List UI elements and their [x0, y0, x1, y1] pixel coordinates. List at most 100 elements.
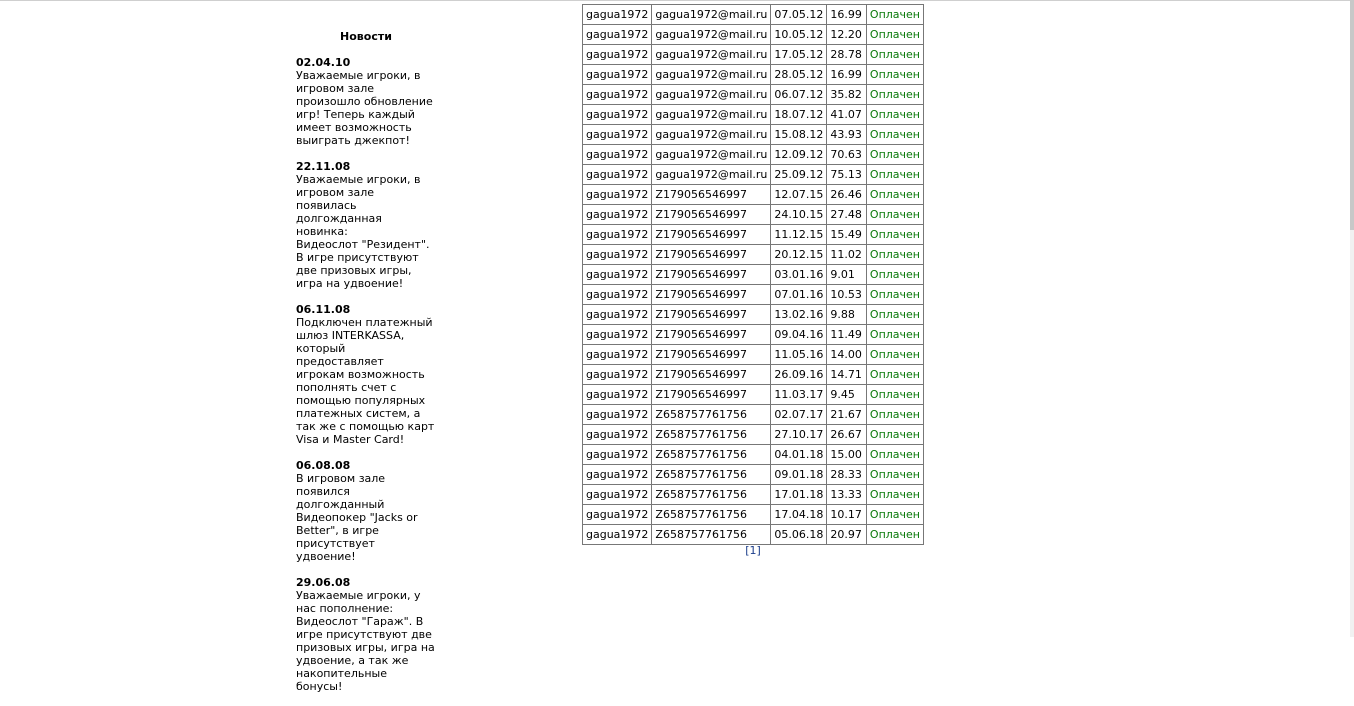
date-cell: 28.05.12	[770, 64, 828, 85]
scrollbar-thumb[interactable]	[1350, 0, 1354, 230]
amount-cell: 10.17	[826, 504, 867, 525]
status-cell: Оплачен	[865, 204, 925, 225]
wallet-cell: Z179056546997	[651, 264, 772, 285]
status-cell: Оплачен	[865, 524, 925, 545]
news-item: 22.11.08 Уважаемые игроки, в игровом зале…	[296, 160, 436, 290]
wallet-cell: gagua1972@mail.ru	[651, 4, 772, 25]
amount-cell: 9.01	[826, 264, 867, 285]
date-cell: 17.01.18	[770, 484, 828, 505]
wallet-cell: Z179056546997	[651, 324, 772, 345]
status-cell: Оплачен	[865, 4, 925, 25]
table-row: gagua1972 Z179056546997 11.03.17 9.45 Оплаче…	[581, 384, 925, 405]
table-row: gagua1972 Z658757761756 04.01.18 15.00 Оплач…	[581, 444, 925, 465]
wallet-cell: Z658757761756	[651, 424, 772, 445]
login-cell: gagua1972	[581, 84, 653, 105]
status-cell: Оплачен	[865, 44, 925, 65]
status-cell: Оплачен	[865, 104, 925, 125]
login-cell: gagua1972	[581, 124, 653, 145]
login-cell: gagua1972	[581, 264, 653, 285]
wallet-cell: Z179056546997	[651, 224, 772, 245]
date-cell: 06.07.12	[770, 84, 828, 105]
news-date: 02.04.10	[296, 56, 351, 69]
amount-cell: 26.67	[826, 424, 867, 445]
wallet-cell: Z658757761756	[651, 484, 772, 505]
amount-cell: 20.97	[826, 524, 867, 545]
date-cell: 18.07.12	[770, 104, 828, 125]
wallet-cell: gagua1972@mail.ru	[651, 124, 772, 145]
amount-cell: 14.71	[826, 364, 867, 385]
date-cell: 20.12.15	[770, 244, 828, 265]
table-row: gagua1972 gagua1972@mail.ru 18.07.12 41.07 О…	[581, 104, 925, 125]
login-cell: gagua1972	[581, 484, 653, 505]
login-cell: gagua1972	[581, 304, 653, 325]
amount-cell: 26.46	[826, 184, 867, 205]
login-cell: gagua1972	[581, 24, 653, 45]
wallet-cell: Z179056546997	[651, 364, 772, 385]
amount-cell: 35.82	[826, 84, 867, 105]
news-text: В игровом зале появился долгожданный Вид…	[296, 472, 418, 563]
news-text: Уважаемые игроки, в игровом зале произош…	[296, 69, 433, 147]
date-cell: 11.05.16	[770, 344, 828, 365]
login-cell: gagua1972	[581, 184, 653, 205]
wallet-cell: gagua1972@mail.ru	[651, 64, 772, 85]
login-cell: gagua1972	[581, 404, 653, 425]
vertical-scrollbar[interactable]	[1350, 0, 1354, 637]
date-cell: 04.01.18	[770, 444, 828, 465]
news-text: Уважаемые игроки, в игровом зале появила…	[296, 173, 430, 290]
pagination: [1]	[582, 544, 924, 557]
status-cell: Оплачен	[865, 484, 925, 505]
amount-cell: 9.45	[826, 384, 867, 405]
table-row: gagua1972 Z179056546997 07.01.16 10.53 Оплач…	[581, 284, 925, 305]
login-cell: gagua1972	[581, 524, 653, 545]
status-cell: Оплачен	[865, 164, 925, 185]
table-row: gagua1972 Z179056546997 13.02.16 9.88 Оплаче…	[581, 304, 925, 325]
table-row: gagua1972 Z658757761756 09.01.18 28.33 Оплач…	[581, 464, 925, 485]
status-cell: Оплачен	[865, 444, 925, 465]
table-row: gagua1972 gagua1972@mail.ru 07.05.12 16.99 О…	[581, 4, 925, 25]
table-row: gagua1972 gagua1972@mail.ru 17.05.12 28.78 О…	[581, 44, 925, 65]
login-cell: gagua1972	[581, 104, 653, 125]
amount-cell: 16.99	[826, 4, 867, 25]
table-row: gagua1972 Z179056546997 20.12.15 11.02 Оплач…	[581, 244, 925, 265]
news-date: 22.11.08	[296, 160, 351, 173]
table-row: gagua1972 Z179056546997 11.12.15 15.49 Оплач…	[581, 224, 925, 245]
amount-cell: 10.53	[826, 284, 867, 305]
date-cell: 12.07.15	[770, 184, 828, 205]
date-cell: 05.06.18	[770, 524, 828, 545]
login-cell: gagua1972	[581, 44, 653, 65]
table-row: gagua1972 Z179056546997 03.01.16 9.01 Оплаче…	[581, 264, 925, 285]
status-cell: Оплачен	[865, 284, 925, 305]
login-cell: gagua1972	[581, 204, 653, 225]
news-text: Уважаемые игроки, у нас пополнение: Виде…	[296, 589, 435, 693]
amount-cell: 27.48	[826, 204, 867, 225]
news-item: 06.08.08 В игровом зале появился долгожда…	[296, 459, 436, 563]
status-cell: Оплачен	[865, 64, 925, 85]
wallet-cell: Z658757761756	[651, 524, 772, 545]
news-list: 02.04.10 Уважаемые игроки, в игровом зале…	[296, 56, 436, 693]
news-item: 02.04.10 Уважаемые игроки, в игровом зале…	[296, 56, 436, 147]
date-cell: 15.08.12	[770, 124, 828, 145]
table-row: gagua1972 Z179056546997 11.05.16 14.00 Оплач…	[581, 344, 925, 365]
amount-cell: 43.93	[826, 124, 867, 145]
status-cell: Оплачен	[865, 404, 925, 425]
table-row: gagua1972 gagua1972@mail.ru 28.05.12 16.99 О…	[581, 64, 925, 85]
payments-table-body: gagua1972 gagua1972@mail.ru 07.05.12 16.99 О…	[581, 4, 925, 545]
table-row: gagua1972 gagua1972@mail.ru 06.07.12 35.82 О…	[581, 84, 925, 105]
login-cell: gagua1972	[581, 324, 653, 345]
table-row: gagua1972 Z658757761756 27.10.17 26.67 Оплач…	[581, 424, 925, 445]
news-text: Подключен платежный шлюз INTERKASSA, кот…	[296, 316, 435, 446]
table-row: gagua1972 Z658757761756 17.01.18 13.33 Оплач…	[581, 484, 925, 505]
date-cell: 17.05.12	[770, 44, 828, 65]
status-cell: Оплачен	[865, 424, 925, 445]
page-link-1[interactable]: [1]	[745, 544, 761, 557]
date-cell: 17.04.18	[770, 504, 828, 525]
date-cell: 10.05.12	[770, 24, 828, 45]
date-cell: 07.01.16	[770, 284, 828, 305]
status-cell: Оплачен	[865, 364, 925, 385]
amount-cell: 9.88	[826, 304, 867, 325]
login-cell: gagua1972	[581, 504, 653, 525]
news-date: 06.08.08	[296, 459, 351, 472]
wallet-cell: Z179056546997	[651, 204, 772, 225]
wallet-cell: Z658757761756	[651, 464, 772, 485]
amount-cell: 70.63	[826, 144, 867, 165]
